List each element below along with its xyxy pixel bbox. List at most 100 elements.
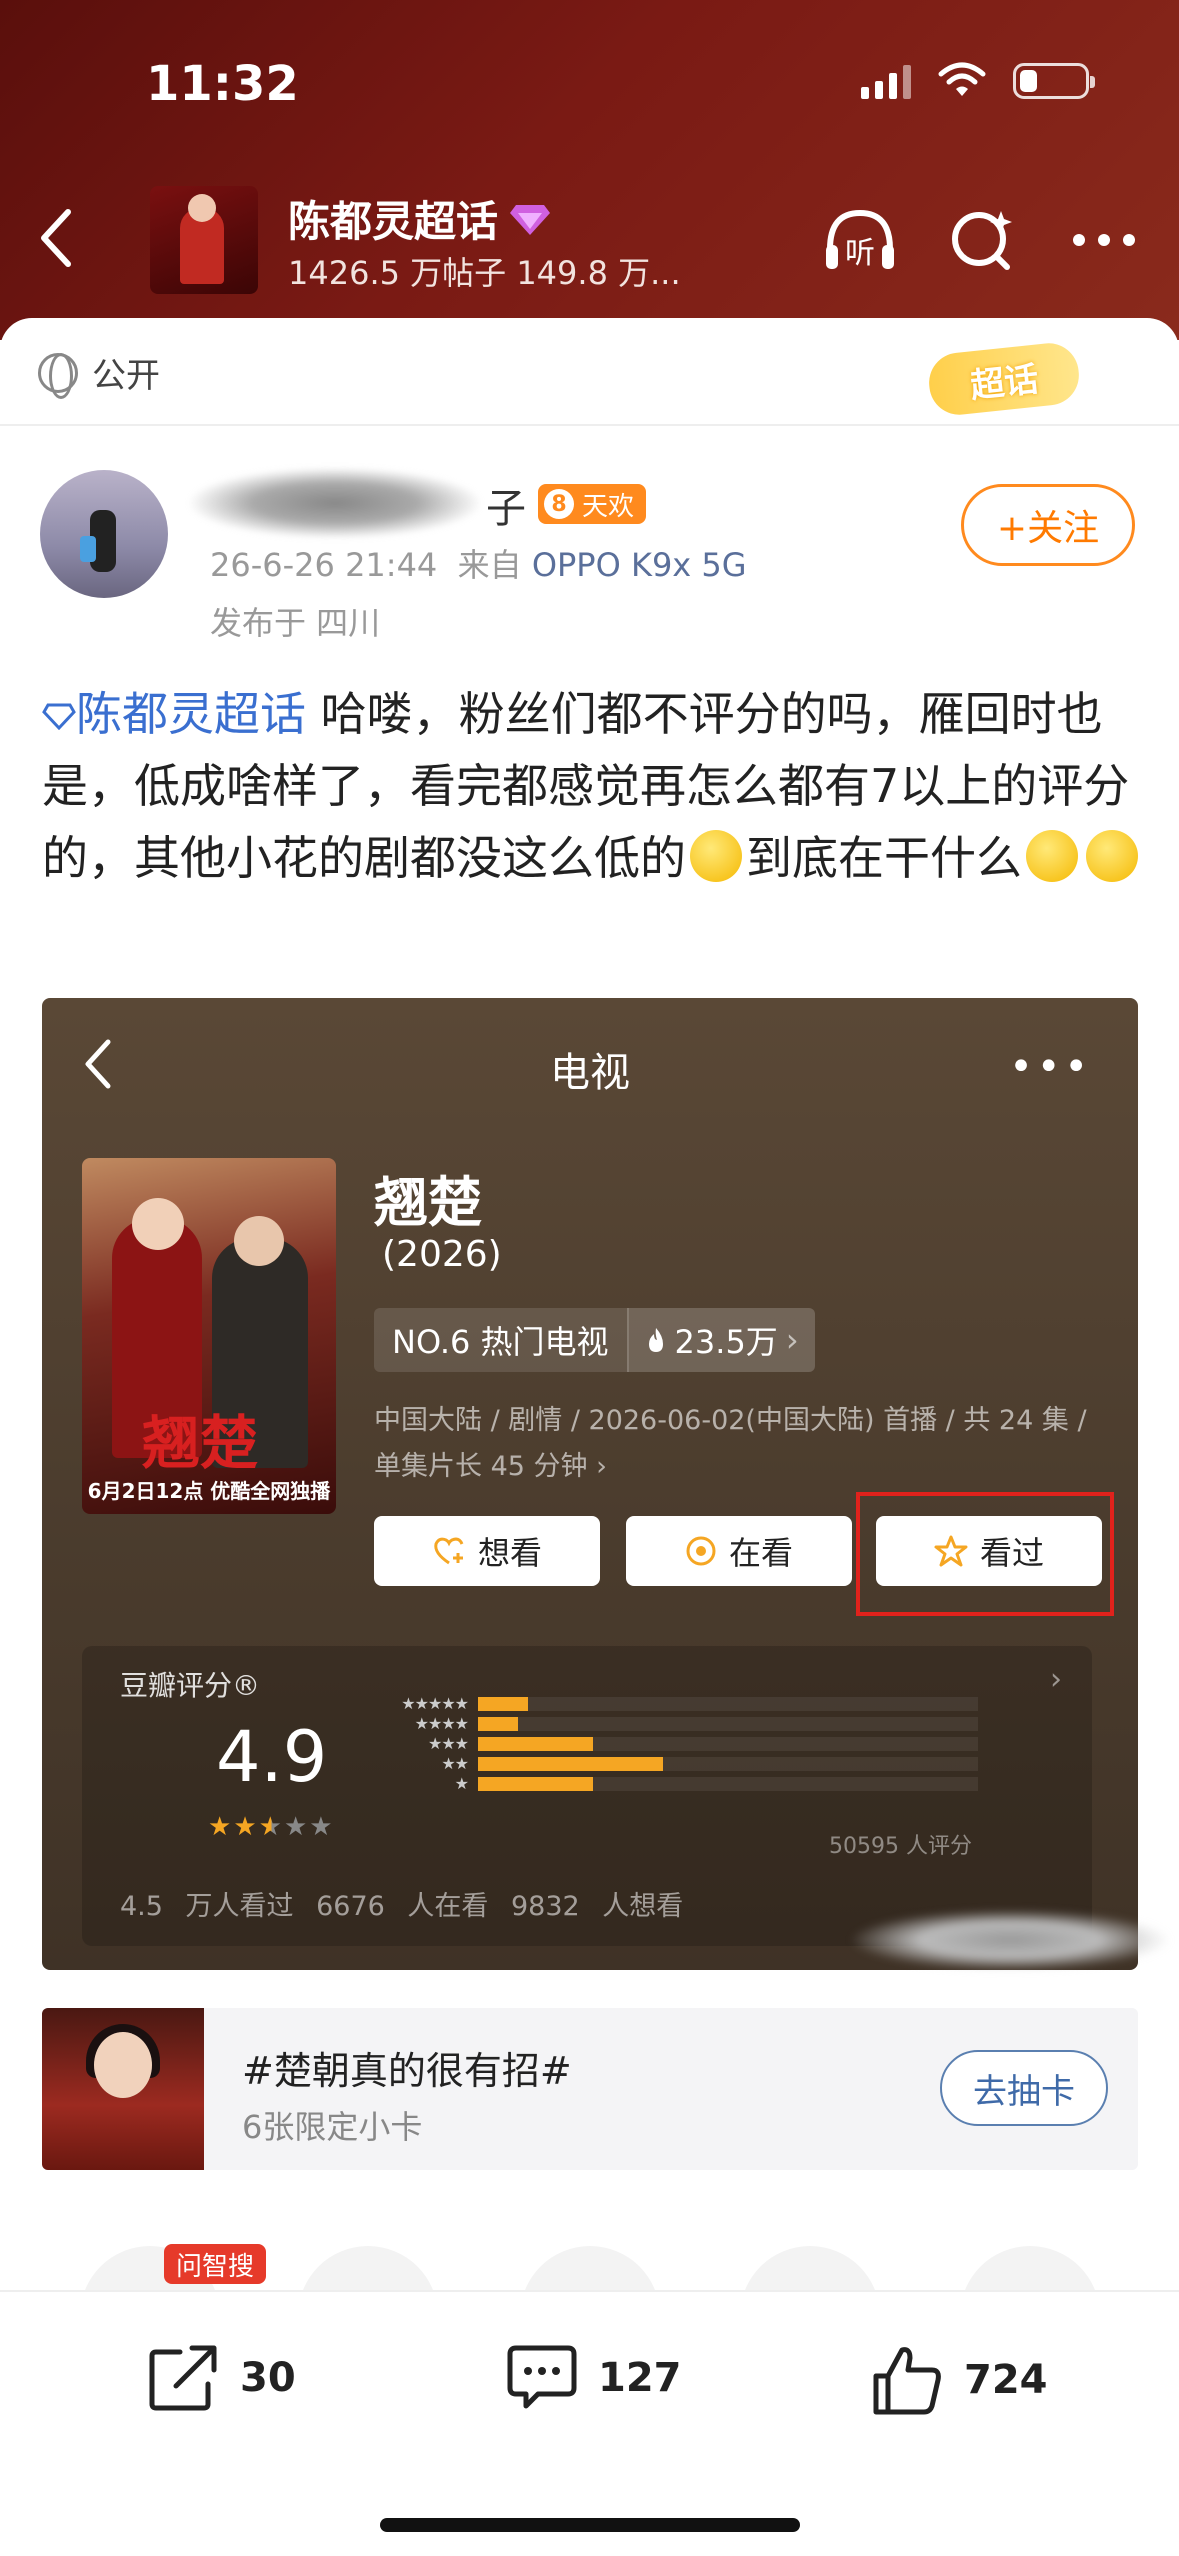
flame-icon (648, 1328, 663, 1352)
more-button[interactable] (1064, 200, 1144, 280)
distribution-fill (478, 1776, 593, 1791)
username-redacted[interactable] (190, 468, 480, 538)
visibility-label: 公开 (92, 356, 160, 396)
post-text: 陈都灵超话 哈喽，粉丝们都不评分的吗，雁回时也是，低成啥样了，看完都感觉再怎么都… (42, 678, 1142, 894)
poster-caption: 6月2日12点 优酷全网独播 (87, 1479, 331, 1503)
status-time: 11:32 (146, 56, 299, 112)
fan-level: 8 (544, 489, 574, 519)
share-target[interactable] (740, 2246, 880, 2292)
rating-star-icon: ★ (283, 1812, 310, 1842)
cellular-signal-icon (861, 63, 911, 99)
show-name: 翘楚 (374, 1171, 482, 1234)
rating-distribution-row: ★★★ (378, 1734, 978, 1753)
embedded-screenshot[interactable]: 电视 ••• 翘楚 6月2日12点 优酷全网独播 翘楚 (2026) NO.6 … (42, 998, 1138, 1970)
rank-label: NO.6 热门电视 (392, 1323, 609, 1361)
post-time: 26-6-26 21:44 (210, 546, 438, 584)
post-meta: 26-6-26 21:44 来自 OPPO K9x 5G (210, 540, 747, 586)
headphone-icon: 听 (826, 209, 894, 271)
distribution-fill (478, 1696, 528, 1711)
username-tail[interactable]: 子 (486, 476, 526, 534)
target-icon (686, 1536, 716, 1566)
more-icon: ••• (1009, 1044, 1092, 1090)
rating-score: 4.9 (216, 1716, 328, 1798)
topic-title[interactable]: 陈都灵超话 (288, 188, 552, 249)
distribution-stars: ★★★★ (414, 1714, 469, 1733)
distribution-track (478, 1776, 978, 1791)
search-icon (952, 211, 1012, 270)
more-icon (1073, 234, 1135, 246)
svg-text:听: 听 (845, 236, 875, 271)
watermark-redacted (852, 1910, 1168, 1970)
source-prefix: 来自 (457, 546, 522, 584)
share-target[interactable] (960, 2246, 1100, 2292)
distribution-track (478, 1716, 978, 1731)
diamond-icon (510, 204, 551, 235)
distribution-stars: ★★★ (427, 1734, 469, 1753)
share-button[interactable]: 30 (146, 2342, 296, 2414)
share-icon (149, 2345, 217, 2411)
rating-distribution-row: ★★★★ (378, 1714, 978, 1733)
heat-label: 23.5万 › (626, 1308, 815, 1372)
share-target[interactable] (520, 2246, 660, 2292)
rating-label: 豆瓣评分® (120, 1669, 261, 1702)
ai-search-tag[interactable]: 问智搜 (164, 2244, 267, 2284)
battery-icon (1013, 63, 1095, 99)
rating-count: 50595 人评分 (829, 1834, 972, 1859)
poster-title: 翘楚 (142, 1409, 259, 1477)
follow-button[interactable]: +关注 (961, 484, 1135, 566)
listen-button[interactable]: 听 (820, 200, 900, 280)
wifi-icon (938, 62, 986, 96)
distribution-stars: ★ (454, 1774, 469, 1793)
smirk-emoji-icon (690, 830, 742, 882)
distribution-stars: ★★ (441, 1754, 469, 1773)
draw-card-button[interactable]: 去抽卡 (940, 2050, 1108, 2126)
rating-distribution-row: ★★ (378, 1754, 978, 1773)
back-icon[interactable] (34, 206, 78, 270)
watching-button: 在看 (626, 1516, 852, 1586)
chevron-right-icon: › (785, 1321, 799, 1359)
thumbs-up-icon (873, 2347, 941, 2415)
show-year: (2026) (382, 1234, 502, 1275)
post-location: 发布于 四川 (210, 604, 381, 642)
search-button[interactable] (942, 200, 1022, 280)
chaohua-badge[interactable]: 超话 (926, 340, 1082, 418)
distribution-fill (478, 1756, 663, 1771)
distribution-track (478, 1756, 978, 1771)
related-topic-card[interactable]: #楚朝真的很有招# 6张限定小卡 去抽卡 (42, 2008, 1138, 2170)
related-thumbnail (42, 2008, 204, 2170)
like-button[interactable]: 724 (870, 2342, 1048, 2418)
douban-rating-card: 豆瓣评分® › 4.9 ★★★★★ ★★★★★ ★★★★ ★★★ ★★ ★ 50595 … (82, 1646, 1092, 1946)
rating-star-icon: ★ (258, 1812, 284, 1842)
rating-stars: ★★★★★ (208, 1812, 335, 1842)
post-device[interactable]: OPPO K9x 5G (532, 546, 747, 584)
comment-button[interactable]: 127 (504, 2342, 682, 2414)
topic-cover-image[interactable] (150, 186, 258, 294)
rating-star-icon: ★ (309, 1812, 335, 1842)
distribution-fill (478, 1736, 593, 1751)
avatar[interactable] (40, 470, 168, 598)
comment-icon (507, 2345, 577, 2409)
related-title: #楚朝真的很有招# (242, 2049, 572, 2093)
rank-pill: NO.6 热门电视 23.5万 › (374, 1308, 815, 1372)
topic-header: 11:32 陈都灵超话 1426.5 万帖子 149.8 万... 听 (0, 0, 1179, 340)
post-body-2: 到底在干什么 (746, 831, 1022, 885)
rating-summary: 4.5 万人看过 6676 人在看 9832 人想看 (120, 1891, 684, 1922)
highlight-box (856, 1492, 1114, 1616)
distribution-track (478, 1696, 978, 1711)
rating-star-icon: ★ (233, 1812, 259, 1842)
bottom-action-bar: 30 127 724 (0, 2290, 1179, 2556)
visibility-row: 公开 (38, 348, 160, 399)
fan-level-badge: 8 天欢 (538, 484, 647, 524)
share-target[interactable] (298, 2246, 438, 2292)
diamond-icon (42, 703, 76, 731)
topic-link[interactable]: 陈都灵超话 (42, 687, 306, 741)
rating-distribution-row: ★ (378, 1774, 978, 1793)
rating-star-icon: ★ (208, 1812, 234, 1842)
chevron-right-icon: › (596, 1451, 607, 1482)
dizzy-emoji-icon (1026, 830, 1078, 882)
show-info: 中国大陆 / 剧情 / 2026-06-02(中国大陆) 首播 / 共 24 集… (374, 1405, 1087, 1482)
related-subtitle: 6张限定小卡 (242, 2108, 423, 2146)
chevron-right-icon: › (1050, 1662, 1062, 1697)
confused-emoji-icon (1086, 830, 1138, 882)
rating-distribution-row: ★★★★★ (378, 1694, 978, 1713)
